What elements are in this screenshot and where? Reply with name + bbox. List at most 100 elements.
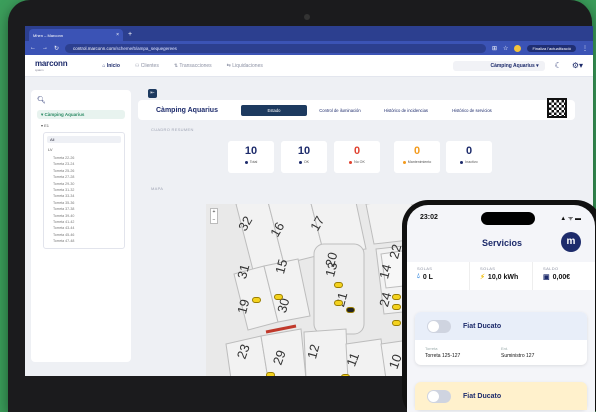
address-bar[interactable]: control.marconn.com/scheme/5/ampa_sequeg… [65, 43, 487, 53]
zoom-out-button[interactable]: − [211, 217, 217, 225]
summary-label: CUADRO RESUMEN [151, 127, 194, 132]
power-pedestal-marker-icon[interactable] [334, 282, 343, 288]
webcam [304, 14, 310, 20]
service-toggle[interactable] [427, 319, 451, 333]
service-card[interactable]: Fiat Ducato [415, 382, 587, 410]
power-pedestal-marker-icon[interactable] [274, 294, 283, 300]
nav-liquidaciones[interactable]: ⇆ Liquidaciones [227, 63, 263, 69]
menu-icon[interactable]: ⋮ [582, 45, 588, 52]
close-tab-icon[interactable]: × [116, 32, 119, 38]
counter-value: 0 [465, 145, 473, 157]
nav-transacciones[interactable]: ⇅ Transacciones [174, 63, 212, 69]
sidebar-site[interactable]: ▾ Càmping Aquarius [37, 110, 125, 119]
counter-card[interactable]: 10 OK [281, 141, 327, 173]
sidebar-site-label: Càmping Aquarius [44, 112, 85, 117]
sidebar-select-label: All [50, 137, 55, 142]
nav-clientes[interactable]: ⚇ Clientes [135, 63, 159, 69]
dark-mode-icon[interactable]: ☾ [555, 61, 562, 70]
counter-label: OK [281, 160, 327, 164]
counter-value: 0 [413, 145, 421, 157]
tab-control-iluminacion[interactable]: Control de iluminación [307, 105, 373, 116]
service-toggle[interactable] [427, 389, 451, 403]
card-value: Suministro 127 [501, 353, 535, 359]
water-drop-icon: 💧︎ [417, 273, 420, 280]
card-value: Torreta 125-127 [425, 353, 461, 359]
lightning-icon: ⚡︎ [480, 274, 485, 281]
service-card[interactable]: Fiat Ducato Torreta Torreta 125-127 Ent. S… [415, 312, 587, 365]
stat-water: SOLAS 💧︎ 0 L [407, 262, 470, 290]
dynamic-island [481, 212, 535, 225]
nav-label: Transacciones [179, 62, 212, 69]
browser-urlbar: ← → ↻ control.marconn.com/scheme/5/ampa_… [25, 41, 593, 55]
tab-historico-incidencias[interactable]: Histórico de incidencias [373, 105, 439, 116]
logo-sub: system [35, 68, 44, 72]
nav-inicio[interactable]: ⌂ Inicio [102, 63, 119, 69]
counter-label: Mantenimiento [394, 160, 440, 164]
counter-card[interactable]: 0 Mantenimiento [394, 141, 440, 173]
settings-icon[interactable]: ⚙▾ [572, 61, 583, 70]
forward-icon[interactable]: → [42, 45, 48, 51]
phone-stats: SOLAS 💧︎ 0 L SOLAS ⚡︎ 10,0 kWh SALDO ▣ 0,00… [407, 262, 595, 290]
qr-code[interactable] [547, 98, 567, 118]
counter-value: 10 [244, 145, 258, 157]
nav-label: Inicio [106, 62, 120, 69]
sidebar: 🔍︎ ▾ Càmping Aquarius ▾ E1 All LV Torret… [31, 90, 131, 362]
counter-label-text: No OK [354, 160, 365, 164]
power-pedestal-marker-icon[interactable] [341, 374, 350, 376]
counter-card[interactable]: 0 Inactivo [446, 141, 492, 173]
service-name: Fiat Ducato [463, 392, 502, 400]
sidebar-group-label: LV [48, 147, 53, 152]
sidebar-item[interactable]: Torreta 47-48 [53, 238, 121, 244]
zoom-in-button[interactable]: + [211, 209, 217, 217]
counter-card[interactable]: 10 Total [228, 141, 274, 173]
url-domain: control.marconn.com [73, 45, 116, 51]
service-card-head: Fiat Ducato [415, 312, 587, 340]
counter-value: 10 [297, 145, 311, 157]
power-pedestal-marker-icon[interactable] [392, 304, 401, 310]
power-pedestal-marker-icon[interactable] [346, 307, 355, 313]
avatar[interactable]: m [561, 232, 581, 252]
url-path: /scheme/5/ampa_sequegerees [115, 45, 177, 51]
sidebar-group[interactable]: LV [47, 147, 121, 152]
card-key: Ent. [501, 346, 509, 351]
back-icon[interactable]: ← [30, 45, 36, 51]
extension-icon[interactable] [514, 44, 522, 52]
logo[interactable]: marconn system [35, 59, 68, 72]
stat-energy: SOLAS ⚡︎ 10,0 kWh [470, 262, 533, 290]
star-icon[interactable]: ☆ [503, 45, 508, 52]
extensions-icon[interactable]: ⊞ [492, 45, 497, 52]
search-icon[interactable]: 🔍︎ [37, 96, 125, 104]
zoom-control: + − [210, 208, 218, 224]
counter-card[interactable]: 0 No OK [334, 141, 380, 173]
power-pedestal-marker-icon[interactable] [266, 372, 275, 376]
sidebar-select[interactable]: All [47, 136, 121, 143]
main-nav: ⌂ Inicio ⚇ Clientes ⇅ Transacciones ⇆ Li… [102, 63, 262, 69]
counter-label-text: OK [303, 160, 310, 164]
power-pedestal-marker-icon[interactable] [392, 320, 401, 326]
stat-key: SOLAS [480, 266, 496, 271]
phone-frame: 23:02 ▲ ᯤ ▬ Servicios m SOLAS 💧︎ 0 L SOLA… [402, 200, 596, 412]
stat-balance: SALDO ▣ 0,00€ [533, 262, 595, 290]
tab-estado[interactable]: Estado [241, 104, 307, 116]
power-pedestal-marker-icon[interactable] [392, 294, 401, 300]
counter-label-text: Mantenimiento [407, 160, 432, 164]
sidebar-sub[interactable]: ▾ E1 [37, 123, 125, 128]
status-dot-icon [244, 160, 248, 164]
logo-text: marconn [35, 59, 68, 68]
power-pedestal-marker-icon[interactable] [252, 297, 261, 303]
counter-label: Total [228, 160, 274, 164]
new-tab-icon[interactable]: + [128, 29, 132, 41]
site-selector[interactable]: Càmping Aquarius ▾ [452, 60, 545, 71]
nav-label: Clientes [140, 62, 159, 69]
map-label: MAPA [151, 186, 164, 191]
sidebar-toggle-icon[interactable]: ⇤ [148, 89, 157, 98]
phone-title: Servicios [481, 238, 523, 248]
tab-historico-servicios[interactable]: Histórico de servicios [439, 105, 505, 116]
service-card-body: Torreta Torreta 125-127 Ent. Suministro 12… [415, 340, 587, 365]
finish-update-button[interactable]: Finaliza l'actualització [527, 44, 576, 52]
power-pedestal-marker-icon[interactable] [334, 300, 343, 306]
browser-tab[interactable]: Mhen – Marconn × [29, 29, 123, 41]
phone-time: 23:02 [420, 214, 438, 221]
service-card-head: Fiat Ducato [415, 382, 587, 410]
reload-icon[interactable]: ↻ [54, 45, 59, 52]
